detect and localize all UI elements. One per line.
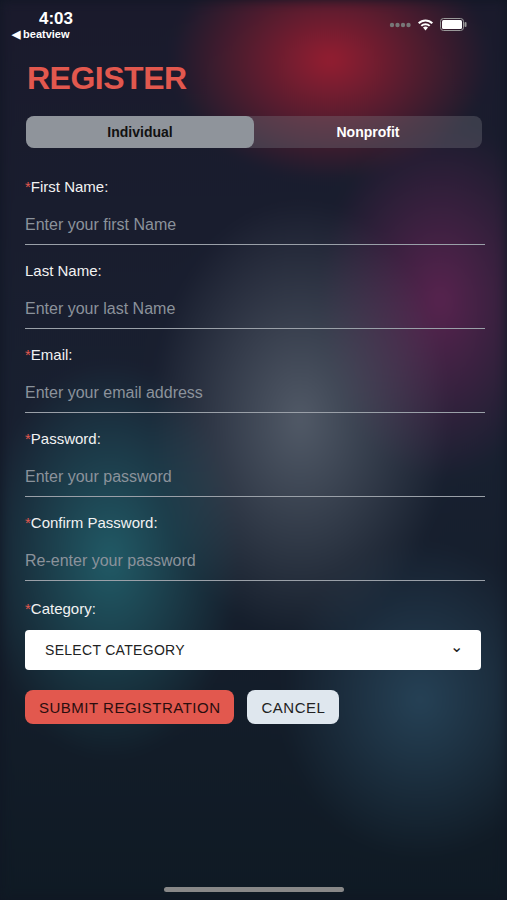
tab[interactable]: Nonprofit [254, 116, 482, 148]
field-label: *First Name: [25, 178, 482, 196]
text-input[interactable] [25, 376, 485, 413]
text-input[interactable] [25, 544, 485, 581]
required-mark: * [25, 600, 31, 617]
page-title: REGISTER [27, 60, 482, 96]
home-indicator [164, 887, 344, 892]
field-label: *Category: [25, 600, 482, 618]
back-link[interactable]: ◀ beatview [12, 28, 73, 41]
select-value: SELECT CATEGORY [45, 642, 185, 658]
form-field: *Email: [25, 346, 482, 430]
primary-button[interactable]: SUBMIT REGISTRATION [25, 690, 234, 724]
battery-icon [440, 18, 467, 31]
form-field: *Password: [25, 430, 482, 514]
field-label: *Password: [25, 430, 482, 448]
required-mark: * [25, 178, 31, 195]
text-input[interactable] [25, 292, 485, 329]
required-mark: * [25, 346, 31, 363]
required-mark: * [25, 430, 31, 447]
account-type-tabs: IndividualNonprofit [26, 116, 482, 148]
clock: 4:03 [12, 9, 73, 28]
form-field: *First Name: [25, 178, 482, 262]
text-input[interactable] [25, 460, 485, 497]
category-select[interactable]: SELECT CATEGORY ⌄ [25, 630, 481, 670]
field-label: Last Name: [25, 262, 482, 280]
register-screen: 4:03 ◀ beatview REGISTER IndividualNonpr… [0, 0, 507, 900]
field-label: *Confirm Password: [25, 514, 482, 532]
field-label: *Email: [25, 346, 482, 364]
signal-icon [389, 22, 411, 28]
secondary-button[interactable]: CANCEL [247, 690, 339, 724]
wifi-icon [417, 19, 434, 31]
category-field: *Category: SELECT CATEGORY ⌄ [25, 600, 482, 670]
form-field: *Confirm Password: [25, 514, 482, 598]
form-field: Last Name: [25, 262, 482, 346]
required-mark: * [25, 514, 31, 531]
text-input[interactable] [25, 208, 485, 245]
status-bar: 4:03 ◀ beatview [12, 0, 482, 46]
tab[interactable]: Individual [26, 116, 254, 148]
chevron-icon: ⌄ [450, 639, 463, 655]
